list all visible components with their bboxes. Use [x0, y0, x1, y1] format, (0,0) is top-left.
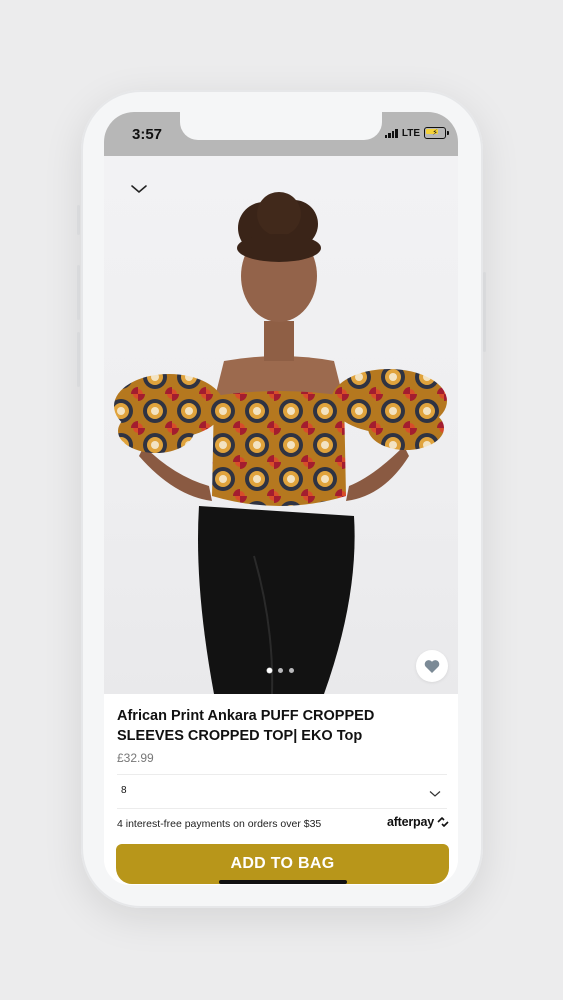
pagination-dot[interactable]	[289, 668, 294, 673]
product-info-panel: African Print Ankara PUFF CROPPED SLEEVE…	[104, 694, 458, 885]
divider	[117, 774, 447, 775]
size-value: 8	[121, 785, 127, 796]
collapse-chevron-icon[interactable]	[130, 180, 148, 198]
installments-row: 4 interest-free payments on orders over …	[117, 812, 450, 834]
volume-down-button	[77, 332, 80, 387]
wishlist-heart-button[interactable]	[416, 650, 448, 682]
status-icons: LTE ⚡	[384, 127, 449, 139]
heart-icon	[424, 659, 440, 673]
network-label: LTE	[401, 127, 420, 139]
pagination-dot[interactable]	[278, 668, 283, 673]
volume-up-button	[77, 265, 80, 320]
image-pagination	[267, 668, 294, 673]
power-button	[483, 272, 486, 352]
mute-switch	[77, 205, 80, 235]
pagination-dot-active[interactable]	[267, 668, 272, 673]
status-bar: 3:57 LTE ⚡	[104, 112, 458, 156]
product-image[interactable]	[104, 156, 458, 694]
home-indicator[interactable]	[219, 880, 347, 884]
status-time: 3:57	[132, 126, 163, 143]
installments-text: 4 interest-free payments on orders over …	[117, 818, 322, 830]
app-screen: 3:57 LTE ⚡ African Print Ankara PUFF CRO…	[104, 112, 458, 885]
product-photo-illustration	[114, 192, 447, 694]
afterpay-arrows-icon	[437, 817, 449, 827]
product-title: African Print Ankara PUFF CROPPED SLEEVE…	[117, 708, 375, 744]
add-to-bag-button[interactable]: ADD TO BAG	[116, 844, 449, 884]
afterpay-logo[interactable]: afterpay	[387, 815, 450, 829]
size-selector[interactable]: 8	[117, 776, 447, 806]
chevron-down-icon	[429, 785, 441, 803]
notch	[180, 112, 382, 140]
product-price: £32.99	[117, 751, 154, 765]
signal-icon	[384, 128, 398, 138]
divider	[117, 808, 447, 809]
battery-icon: ⚡	[424, 127, 449, 139]
